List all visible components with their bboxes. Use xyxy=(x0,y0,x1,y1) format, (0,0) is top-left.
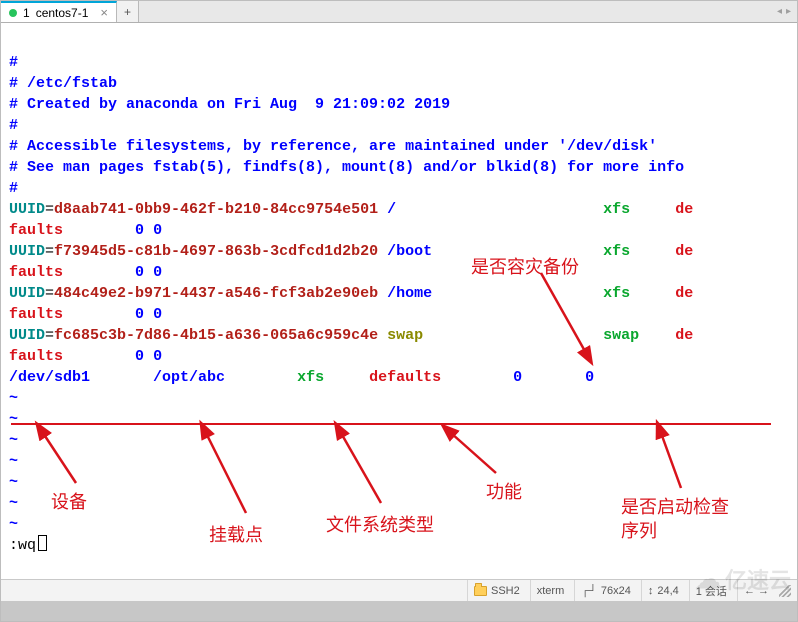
mount-point: /opt/abc xyxy=(153,369,225,386)
fstab-comment: # xyxy=(9,54,18,71)
tab-bar: 1 centos7-1 × + ◂ ▸ xyxy=(1,1,797,23)
pass: 0 xyxy=(153,264,162,281)
terminal-content: # # /etc/fstab # Created by anaconda on … xyxy=(1,23,797,556)
dump: 0 xyxy=(135,306,144,323)
fstab-comment: # /etc/fstab xyxy=(9,75,117,92)
tab-index: 1 xyxy=(23,6,30,20)
fstab-comment: # Created by anaconda on Fri Aug 9 21:09… xyxy=(9,96,450,113)
mount-point: /boot xyxy=(387,243,432,260)
opts-part2: faults xyxy=(9,306,63,323)
tab-close-icon[interactable]: × xyxy=(100,6,108,19)
fs-type: swap xyxy=(603,327,639,344)
size-icon: ┌┘ xyxy=(581,585,597,597)
uuid-label: UUID xyxy=(9,285,45,302)
fs-type: xfs xyxy=(603,243,630,260)
tab-title: centos7-1 xyxy=(36,6,89,20)
vim-tilde: ~ xyxy=(9,516,18,533)
fs-type: xfs xyxy=(297,369,324,386)
uuid-label: UUID xyxy=(9,243,45,260)
opts-part2: faults xyxy=(9,222,63,239)
tab-status-dot xyxy=(9,9,17,17)
opts-part2: faults xyxy=(9,264,63,281)
cursor xyxy=(38,535,47,551)
status-proto-text: SSH2 xyxy=(491,585,520,597)
vim-tilde: ~ xyxy=(9,411,18,428)
status-size-text: 76x24 xyxy=(601,585,631,597)
uuid-label: UUID xyxy=(9,201,45,218)
uuid-value: 484c49e2-b971-4437-a546-fcf3ab2e90eb xyxy=(54,285,378,302)
vim-tilde: ~ xyxy=(9,495,18,512)
vim-tilde: ~ xyxy=(9,390,18,407)
status-position: ↕ 24,4 xyxy=(641,580,685,601)
fstab-comment: # xyxy=(9,117,18,134)
vim-tilde: ~ xyxy=(9,474,18,491)
opts-part1: de xyxy=(675,285,693,302)
vim-tilde: ~ xyxy=(9,432,18,449)
pass: 0 xyxy=(153,348,162,365)
status-nav[interactable]: ← → xyxy=(737,580,775,601)
uuid-value: fc685c3b-7d86-4b15-a636-065a6c959c4e xyxy=(54,327,378,344)
mount-point: / xyxy=(387,201,396,218)
uuid-value: f73945d5-c81b-4697-863b-3cdfcd1d2b20 xyxy=(54,243,378,260)
pass: 0 xyxy=(153,222,162,239)
status-pos-text: 24,4 xyxy=(657,585,678,597)
terminal-viewport[interactable]: # # /etc/fstab # Created by anaconda on … xyxy=(1,23,797,579)
status-arrow-icons[interactable]: ← → xyxy=(744,585,769,597)
fs-type: xfs xyxy=(603,201,630,218)
dump: 0 xyxy=(513,369,522,386)
tab-arrow-right-icon[interactable]: ▸ xyxy=(786,6,791,17)
status-sessions-text: 1 会话 xyxy=(696,583,727,599)
tab-nav-arrows[interactable]: ◂ ▸ xyxy=(771,1,797,22)
device-path: /dev/sdb1 xyxy=(9,369,90,386)
fstab-comment: # See man pages fstab(5), findfs(8), mou… xyxy=(9,159,684,176)
fs-type: xfs xyxy=(603,285,630,302)
opts-part1: de xyxy=(675,201,693,218)
status-term: xterm xyxy=(530,580,571,601)
position-icon: ↕ xyxy=(648,585,654,597)
opts-part2: faults xyxy=(9,348,63,365)
uuid-value: d8aab741-0bb9-462f-b210-84cc9754e501 xyxy=(54,201,378,218)
pass: 0 xyxy=(153,306,162,323)
uuid-label: UUID xyxy=(9,327,45,344)
status-sessions: 1 会话 xyxy=(689,580,733,601)
mount-point: /home xyxy=(387,285,432,302)
vim-tilde: ~ xyxy=(9,453,18,470)
fstab-comment: # xyxy=(9,180,18,197)
resize-grip-icon[interactable] xyxy=(779,585,791,597)
status-bar: SSH2 xterm ┌┘ 76x24 ↕ 24,4 1 会话 ← → xyxy=(1,579,797,601)
dump: 0 xyxy=(135,222,144,239)
tab-arrow-left-icon[interactable]: ◂ xyxy=(777,6,782,17)
dump: 0 xyxy=(135,348,144,365)
fstab-comment: # Accessible filesystems, by reference, … xyxy=(9,138,657,155)
mount-point: swap xyxy=(387,327,423,344)
dump: 0 xyxy=(135,264,144,281)
new-tab-button[interactable]: + xyxy=(117,1,139,22)
pass: 0 xyxy=(585,369,594,386)
status-size: ┌┘ 76x24 xyxy=(574,580,637,601)
status-protocol: SSH2 xyxy=(467,580,526,601)
opts-part1: de xyxy=(675,327,693,344)
vim-command[interactable]: :wq xyxy=(9,537,36,554)
mount-opts: defaults xyxy=(369,369,441,386)
opts-part1: de xyxy=(675,243,693,260)
status-term-text: xterm xyxy=(537,585,565,597)
tab-centos7-1[interactable]: 1 centos7-1 × xyxy=(1,1,117,22)
folder-icon xyxy=(474,586,487,596)
